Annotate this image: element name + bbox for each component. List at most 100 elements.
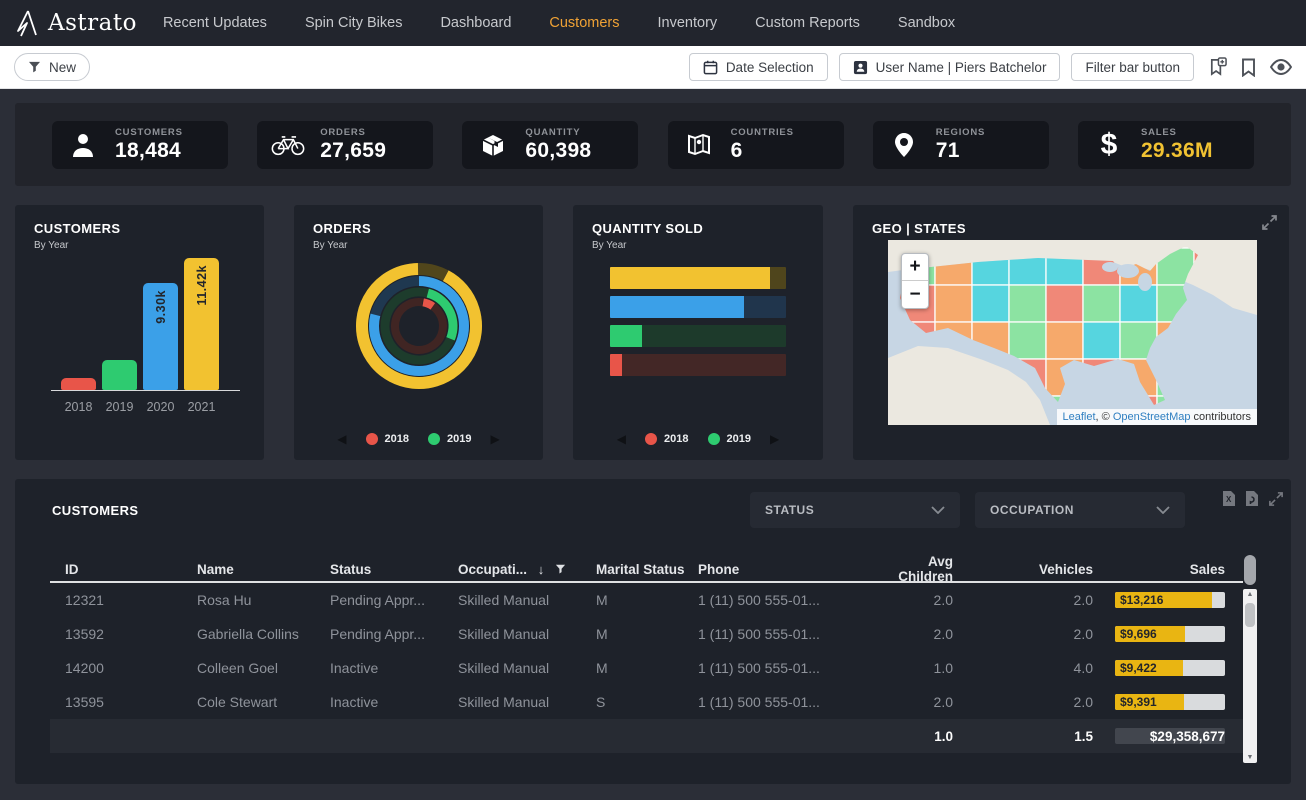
col-header-marital[interactable]: Marital Status (596, 562, 698, 577)
map-icon (682, 132, 716, 158)
map-state[interactable] (935, 285, 972, 322)
map-state[interactable] (1046, 322, 1083, 359)
legend-next-arrow[interactable]: ▶ (490, 433, 499, 445)
nav-item-customers[interactable]: Customers (549, 15, 619, 31)
legend-prev-arrow[interactable]: ◀ (617, 433, 626, 445)
customers-bar-ticks: 2018201920202021 (51, 400, 240, 414)
table-row[interactable]: 13592Gabriella CollinsPending Appr...Ski… (50, 617, 1243, 651)
map-zoom-control: + − (901, 253, 929, 309)
map-state[interactable] (1009, 322, 1046, 359)
kpi-label: QUANTITY (525, 127, 591, 138)
expand-icon[interactable] (1268, 491, 1284, 507)
col-header-occupation[interactable]: Occupati... ↓ (458, 562, 596, 577)
bookmark-icon[interactable] (1241, 58, 1256, 77)
bar-2021[interactable]: 11.42k (184, 258, 219, 390)
expand-icon[interactable] (1261, 214, 1278, 236)
new-filter-button[interactable]: New (14, 53, 90, 81)
hbar-2021[interactable] (610, 267, 786, 289)
sort-desc-icon[interactable]: ↓ (538, 562, 545, 577)
legend-item-2018[interactable]: 2018 (645, 433, 688, 445)
map-state[interactable] (1046, 285, 1083, 322)
nav-item-dashboard[interactable]: Dashboard (440, 15, 511, 31)
export-excel-icon[interactable]: X (1222, 490, 1236, 507)
date-selection-button[interactable]: Date Selection (689, 53, 828, 81)
scrollbar-thumb[interactable] (1245, 603, 1255, 627)
nav-item-custom-reports[interactable]: Custom Reports (755, 15, 860, 31)
table-row[interactable]: 14200Colleen GoelInactiveSkilled ManualM… (50, 651, 1243, 685)
cell-vehicles: 2.0 (953, 694, 1093, 710)
map-state[interactable] (1083, 285, 1120, 322)
legend-item-2019[interactable]: 2019 (428, 433, 471, 445)
user-button[interactable]: User Name | Piers Batchelor (839, 53, 1061, 81)
sales-bar-chip: $13,216 (1115, 592, 1225, 608)
hbar-fill-2021 (610, 267, 770, 289)
bicycle-icon (271, 133, 305, 157)
map-state[interactable] (1009, 285, 1046, 322)
col-header-status[interactable]: Status (330, 562, 458, 577)
map-attribution: Leaflet, © OpenStreetMap contributors (1057, 409, 1258, 425)
scrollbar-cap[interactable] (1244, 555, 1256, 585)
chart-title: ORDERS (313, 221, 371, 236)
cell-children: 2.0 (888, 626, 953, 642)
nav-item-recent-updates[interactable]: Recent Updates (163, 15, 267, 31)
col-header-sales[interactable]: Sales (1093, 562, 1225, 577)
map-state[interactable] (1083, 322, 1120, 359)
kpi-regions: REGIONS 71 (873, 121, 1049, 169)
scrollbar-track[interactable]: ▲ ▼ (1243, 589, 1257, 763)
legend-label: 2018 (385, 433, 409, 445)
filter-bar-button[interactable]: Filter bar button (1071, 53, 1194, 81)
kpi-strip: CUSTOMERS 18,484 ORDERS 27,659 QUANTITY … (15, 103, 1291, 186)
table-row[interactable]: 12321Rosa HuPending Appr...Skilled Manua… (50, 583, 1243, 617)
col-header-vehicles[interactable]: Vehicles (953, 562, 1093, 577)
orders-donut-svg[interactable] (344, 251, 494, 401)
legend-next-arrow[interactable]: ▶ (770, 433, 779, 445)
export-doc-icon[interactable] (1245, 490, 1259, 507)
dropdown-label: OCCUPATION (990, 503, 1074, 517)
osm-link[interactable]: OpenStreetMap (1113, 411, 1191, 423)
nav-item-inventory[interactable]: Inventory (658, 15, 718, 31)
col-header-id[interactable]: ID (65, 562, 197, 577)
chart-subtitle: By Year (34, 240, 68, 251)
table-row[interactable]: 13595Cole StewartInactiveSkilled ManualS… (50, 685, 1243, 719)
legend-item-2019[interactable]: 2019 (708, 433, 751, 445)
calendar-icon (703, 60, 718, 75)
legend-item-2018[interactable]: 2018 (366, 433, 409, 445)
us-states-map[interactable]: + − Leaflet, © OpenStreetMap contributor… (888, 240, 1257, 425)
col-header-children[interactable]: Avg Children (888, 554, 953, 584)
hbar-2020[interactable] (610, 296, 786, 318)
zoom-out-button[interactable]: − (902, 281, 928, 308)
col-header-name[interactable]: Name (197, 562, 330, 577)
map-state[interactable] (972, 285, 1009, 322)
hbar-2019[interactable] (610, 325, 786, 347)
nav-item-sandbox[interactable]: Sandbox (898, 15, 955, 31)
total-vehicles: 1.5 (953, 729, 1093, 744)
occupation-filter-dropdown[interactable]: OCCUPATION (975, 492, 1185, 528)
leaflet-link[interactable]: Leaflet (1063, 411, 1096, 423)
bar-2020[interactable]: 9.30k (143, 283, 178, 390)
legend-dot (366, 433, 378, 445)
brand[interactable]: Astrato (14, 9, 137, 37)
status-filter-dropdown[interactable]: STATUS (750, 492, 960, 528)
bar-2018[interactable] (61, 378, 96, 390)
cell-children: 2.0 (888, 592, 953, 608)
hbar-2018[interactable] (610, 354, 786, 376)
scroll-down-arrow[interactable]: ▼ (1243, 754, 1257, 761)
nav-items: Recent Updates Spin City Bikes Dashboard Cu… (163, 15, 955, 31)
table-scrollbar: ▲ ▼ (1243, 557, 1257, 763)
scroll-up-arrow[interactable]: ▲ (1243, 591, 1257, 598)
bar-2019[interactable] (102, 360, 137, 390)
bookmark-add-icon[interactable] (1208, 57, 1227, 77)
column-filter-icon[interactable] (555, 564, 566, 574)
sales-value: $13,216 (1115, 592, 1225, 608)
quantity-bars (610, 267, 786, 383)
kpi-value: 29.36M (1141, 139, 1213, 163)
legend-prev-arrow[interactable]: ◀ (337, 433, 346, 445)
col-header-phone[interactable]: Phone (698, 562, 888, 577)
customers-table-card: CUSTOMERS STATUS OCCUPATION X ID Name St… (15, 479, 1291, 784)
geo-map-card: GEO | STATES + − Leaflet, © OpenStre (853, 205, 1289, 460)
map-state[interactable] (1120, 285, 1157, 322)
nav-item-spin-city-bikes[interactable]: Spin City Bikes (305, 15, 403, 31)
brand-name: Astrato (48, 10, 137, 36)
zoom-in-button[interactable]: + (902, 254, 928, 281)
eye-icon[interactable] (1270, 59, 1292, 75)
